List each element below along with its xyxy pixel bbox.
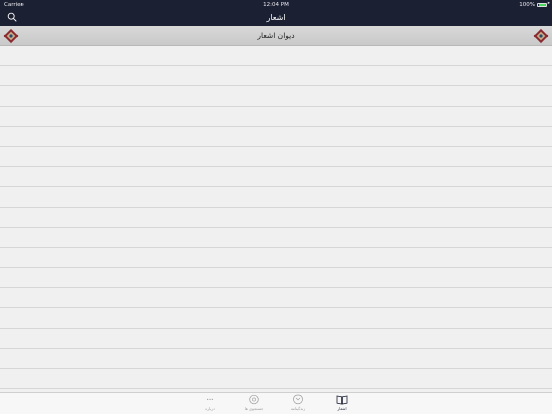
poem-list bbox=[0, 46, 552, 392]
section-title: دیوان اشعار bbox=[257, 31, 295, 40]
svg-text:•••: ••• bbox=[206, 397, 213, 402]
list-item[interactable] bbox=[0, 369, 552, 390]
tab-label: زندگینامه bbox=[290, 406, 306, 411]
page-title: اشعار bbox=[266, 12, 286, 22]
list-item[interactable] bbox=[0, 348, 552, 369]
info-icon: ••• bbox=[206, 397, 213, 402]
ornament-right-icon bbox=[533, 28, 549, 44]
list-item[interactable] bbox=[0, 328, 552, 349]
list-item[interactable] bbox=[0, 106, 552, 127]
list-item[interactable] bbox=[0, 146, 552, 168]
list-item[interactable] bbox=[0, 46, 552, 67]
navigation-bar: اشعار bbox=[0, 9, 552, 26]
tab-label: درباره bbox=[205, 406, 215, 411]
book-icon bbox=[336, 395, 348, 405]
charging-icon: ▸ bbox=[547, 1, 550, 7]
list-item[interactable] bbox=[0, 207, 552, 228]
section-header: دیوان اشعار bbox=[0, 26, 552, 46]
tab-label: اشعار bbox=[337, 406, 347, 411]
list-item[interactable] bbox=[0, 247, 552, 269]
tab-about[interactable]: ••• درباره bbox=[190, 394, 230, 414]
tab-label: جستجوی ها bbox=[244, 406, 264, 411]
tab-bar: ••• درباره جستجوی ها زندگینامه اشعار bbox=[0, 392, 552, 414]
list-item[interactable] bbox=[0, 86, 552, 107]
list-item[interactable] bbox=[0, 308, 552, 329]
list-item[interactable] bbox=[0, 66, 552, 87]
list-item[interactable] bbox=[0, 187, 552, 208]
biography-icon bbox=[293, 394, 303, 405]
clock: 12:04 PM bbox=[263, 1, 289, 8]
list-item[interactable] bbox=[0, 126, 552, 147]
tab-search[interactable]: جستجوی ها bbox=[234, 394, 274, 414]
search-circle-icon bbox=[249, 394, 259, 405]
battery-percentage: 100% bbox=[519, 1, 535, 8]
list-item[interactable] bbox=[0, 167, 552, 188]
list-item[interactable] bbox=[0, 227, 552, 248]
list-item[interactable] bbox=[0, 268, 552, 289]
tab-biography[interactable]: زندگینامه bbox=[278, 394, 318, 414]
battery-icon bbox=[537, 2, 547, 7]
tab-poems[interactable]: اشعار bbox=[322, 394, 362, 414]
status-bar: Carrier ≈ 12:04 PM 100% ▸ bbox=[0, 0, 552, 9]
list-item[interactable] bbox=[0, 288, 552, 309]
